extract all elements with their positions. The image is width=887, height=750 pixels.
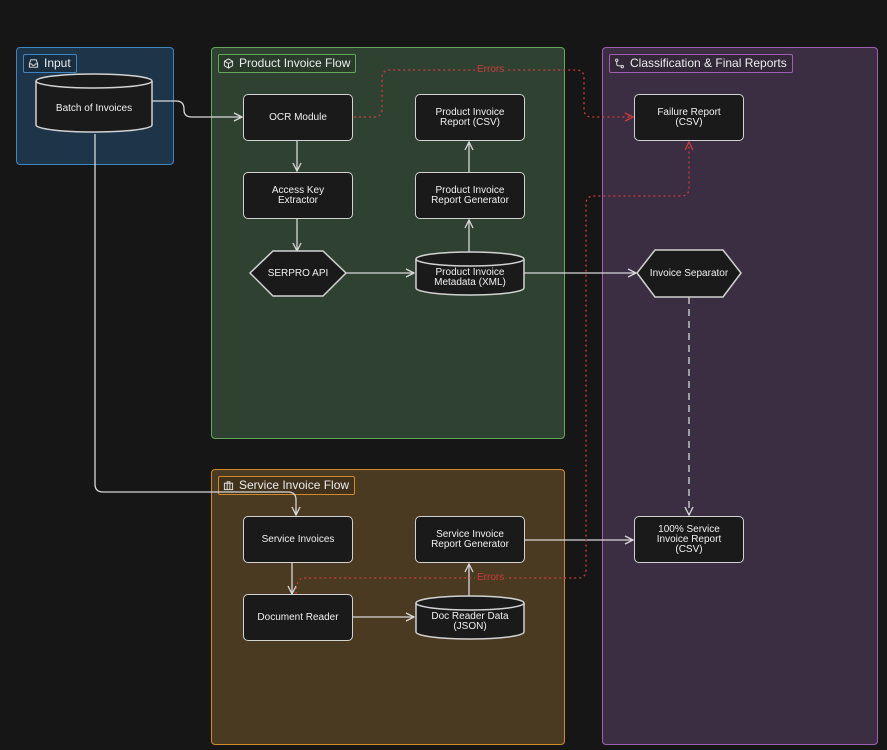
failure-report-node[interactable]: Failure Report (CSV) (634, 94, 744, 141)
service-invoices-node[interactable]: Service Invoices (243, 516, 353, 563)
errors-label-top: Errors (475, 64, 507, 75)
document-reader-node[interactable]: Document Reader (243, 594, 353, 641)
edge-batch-to-ocr (152, 100, 242, 117)
ocr-module-node[interactable]: OCR Module (243, 94, 353, 141)
access-key-extractor-node[interactable]: Access Key Extractor (243, 172, 353, 219)
product-metadata-cylinder[interactable] (415, 251, 525, 296)
batch-of-invoices-cylinder[interactable] (35, 73, 153, 133)
service-invoice-report-csv-node[interactable]: 100% Service Invoice Report (CSV) (634, 516, 744, 563)
errors-label-bottom: Errors (475, 572, 507, 583)
invoice-separator-hexagon[interactable] (636, 249, 742, 298)
doc-reader-data-cylinder[interactable] (415, 595, 525, 640)
product-invoice-report-csv-node[interactable]: Product Invoice Report (CSV) (415, 94, 525, 141)
product-invoice-report-generator-node[interactable]: Product Invoice Report Generator (415, 172, 525, 219)
serpro-api-diamond[interactable] (248, 250, 348, 297)
service-invoice-report-generator-node[interactable]: Service Invoice Report Generator (415, 516, 525, 563)
